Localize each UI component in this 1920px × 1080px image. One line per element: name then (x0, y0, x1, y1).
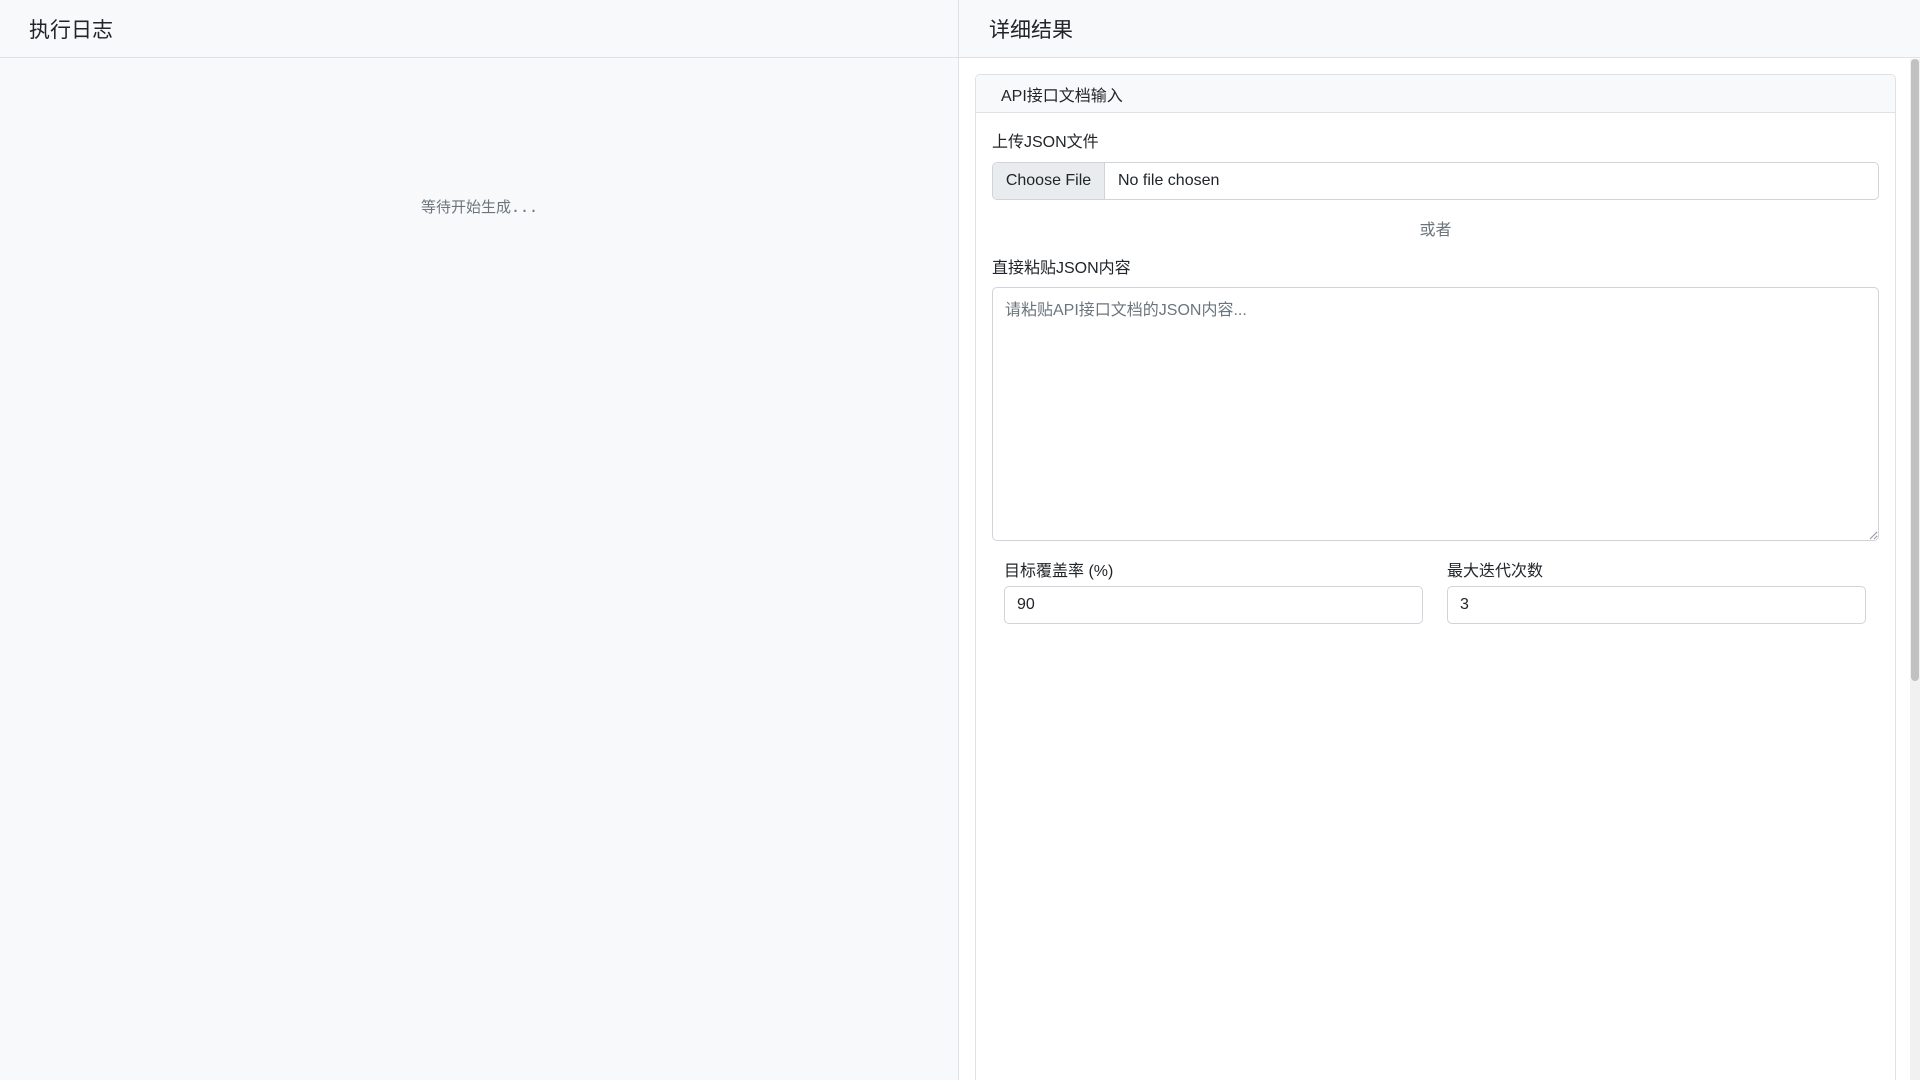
log-panel: 执行日志 等待开始生成... (0, 0, 959, 1080)
or-divider-text: 或者 (1419, 222, 1452, 239)
choose-file-button[interactable]: Choose File (993, 163, 1105, 199)
result-panel-body: API接口文档输入 上传JSON文件 Choose File No file c… (959, 59, 1910, 1080)
target-coverage-label: 目标覆盖率 (%) (1004, 563, 1114, 580)
result-panel-title: 详细结果 (959, 0, 1920, 58)
paste-json-label: 直接粘贴JSON内容 (992, 260, 1131, 277)
api-doc-card-header: API接口文档输入 (976, 75, 1895, 113)
result-scrollbar[interactable] (1910, 59, 1920, 1080)
app-root: 执行日志 等待开始生成... 详细结果 API接口文档输入 上传JSON文件 C… (0, 0, 1920, 1080)
log-panel-title: 执行日志 (0, 0, 958, 58)
upload-json-label: 上传JSON文件 (992, 134, 1099, 151)
result-panel: 详细结果 API接口文档输入 上传JSON文件 Choose File No f… (959, 0, 1920, 1080)
json-file-input[interactable]: Choose File No file chosen (992, 162, 1879, 200)
max-iterations-input[interactable] (1447, 586, 1866, 624)
target-coverage-input[interactable] (1004, 586, 1423, 624)
api-doc-input-card: API接口文档输入 上传JSON文件 Choose File No file c… (975, 74, 1896, 1080)
log-waiting-text: 等待开始生成... (420, 198, 539, 216)
result-scrollbar-thumb[interactable] (1911, 59, 1919, 681)
json-content-textarea[interactable] (992, 287, 1879, 541)
file-status-text: No file chosen (1118, 172, 1220, 189)
max-iterations-label: 最大迭代次数 (1447, 563, 1544, 580)
